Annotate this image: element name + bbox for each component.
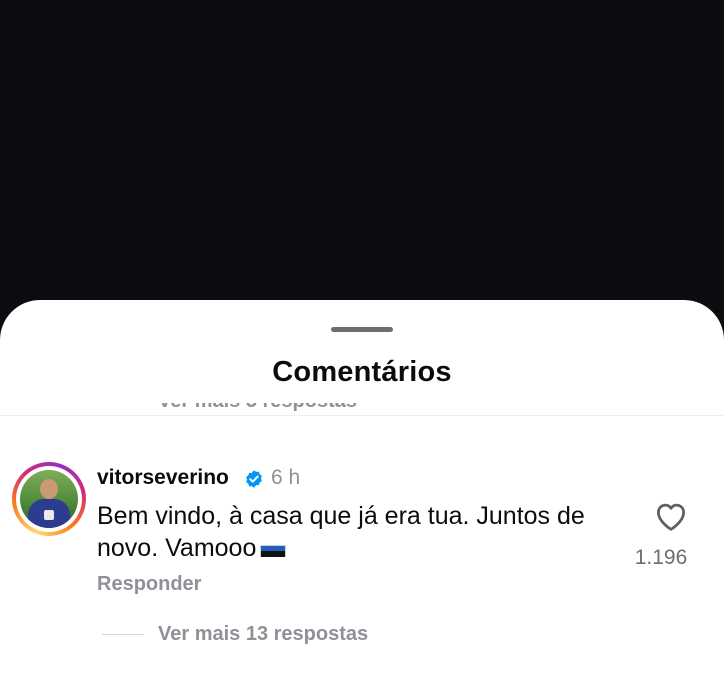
like-count: 1.196 <box>634 546 688 569</box>
comment-item: vitorseverino 6 h Bem vindo, à casa que … <box>0 460 724 675</box>
estonia-flag-icon <box>260 539 287 557</box>
sheet-title: Comentários <box>272 356 452 388</box>
comment-timestamp: 6 h <box>271 466 301 489</box>
story-ring[interactable] <box>12 462 86 536</box>
heart-outline-icon[interactable] <box>653 500 689 532</box>
video-backdrop <box>0 0 724 300</box>
avatar[interactable] <box>20 470 78 528</box>
comment-body: Bem vindo, à casa que já era tua. Juntos… <box>97 502 585 562</box>
comments-sheet: Comentários Ver mais 3 respostas vitorse… <box>0 300 724 675</box>
replies-connector-line <box>102 634 144 635</box>
comment-username[interactable]: vitorseverino <box>97 466 229 490</box>
reply-button[interactable]: Responder <box>97 573 201 596</box>
verified-badge-icon <box>246 470 262 488</box>
comment-text: Bem vindo, à casa que já era tua. Juntos… <box>97 500 627 564</box>
sheet-grabber-handle[interactable] <box>331 327 393 332</box>
view-more-replies-link[interactable]: Ver mais 13 respostas <box>158 623 368 646</box>
header-divider <box>0 415 724 416</box>
previous-replies-link[interactable]: Ver mais 3 respostas <box>158 403 357 413</box>
